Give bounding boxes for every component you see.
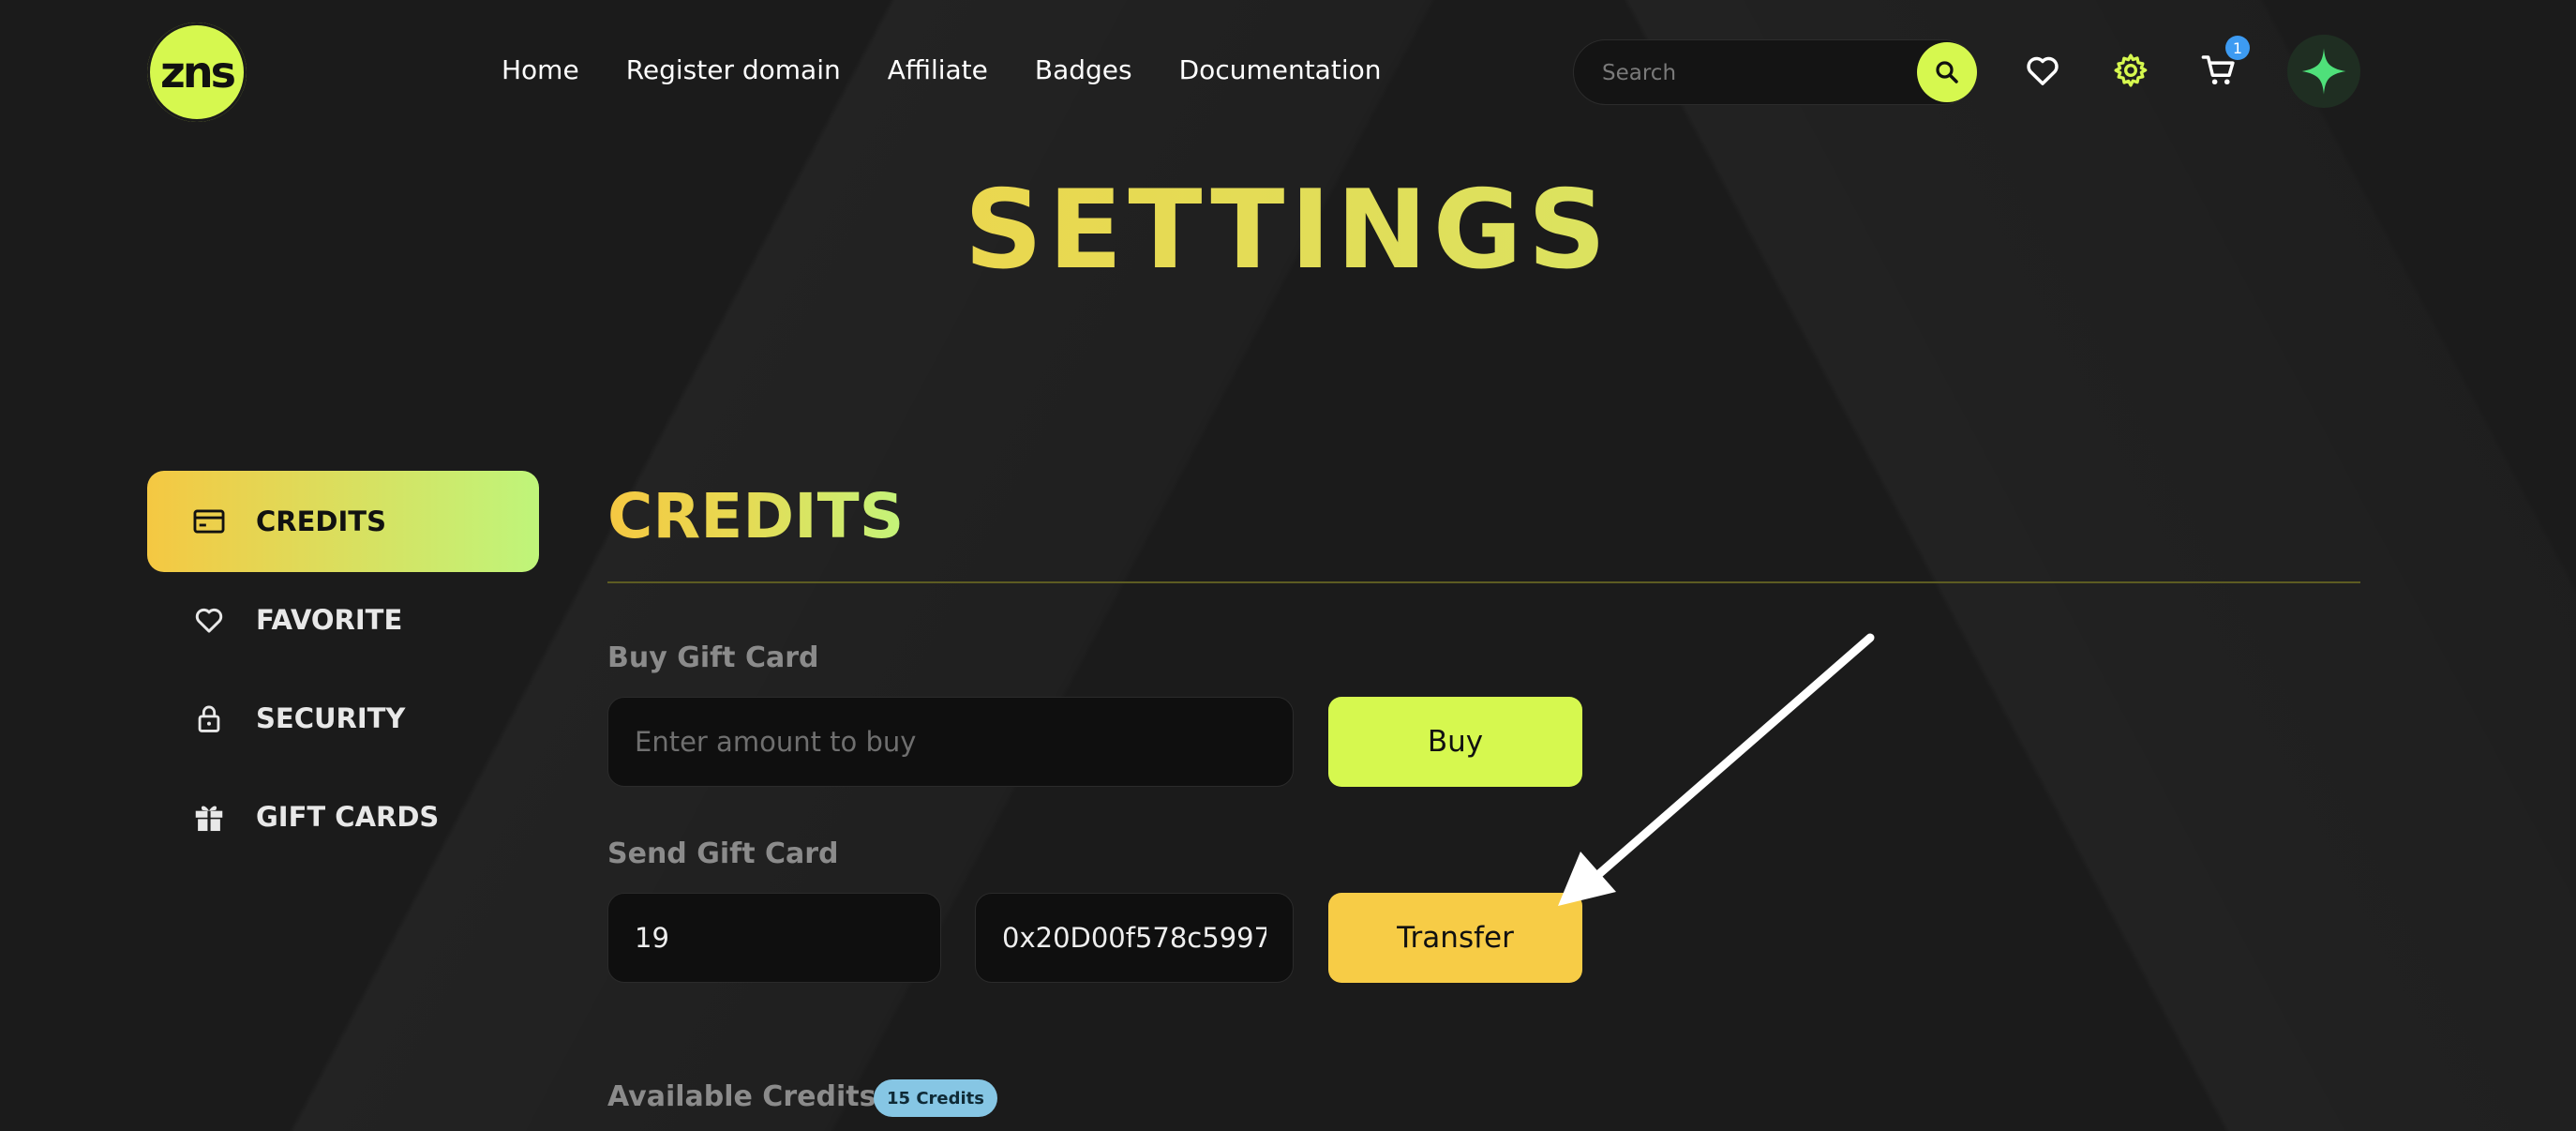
sidebar-item-label: CREDITS [256, 505, 386, 537]
avatar[interactable] [2287, 35, 2360, 108]
main-nav: Home Register domain Affiliate Badges Do… [502, 54, 1381, 85]
nav-badges[interactable]: Badges [1035, 54, 1132, 85]
buy-button[interactable]: Buy [1328, 697, 1582, 787]
nav-documentation[interactable]: Documentation [1179, 54, 1382, 85]
sidebar-item-label: SECURITY [256, 702, 406, 734]
sidebar-item-label: FAVORITE [256, 604, 403, 636]
search-input[interactable] [1600, 40, 1885, 106]
sidebar-item-label: GIFT CARDS [256, 801, 440, 833]
avatar-star-icon [2301, 48, 2346, 95]
lock-icon [190, 700, 228, 737]
search-icon [1936, 61, 1958, 83]
sidebar-item-favorite[interactable]: FAVORITE [147, 569, 539, 671]
page-title: SETTINGS [0, 167, 2576, 294]
settings-header-button[interactable] [2109, 49, 2152, 92]
transfer-button[interactable]: Transfer [1328, 893, 1582, 983]
sidebar-item-gift-cards[interactable]: GIFT CARDS [147, 766, 539, 867]
send-amount-input[interactable] [607, 893, 941, 983]
search-button[interactable] [1917, 42, 1977, 102]
heart-icon [2027, 56, 2059, 85]
nav-register-domain[interactable]: Register domain [626, 54, 841, 85]
credits-count-badge: 15 Credits [874, 1079, 997, 1117]
nav-affiliate[interactable]: Affiliate [888, 54, 988, 85]
heart-icon [190, 601, 228, 639]
sidebar-item-security[interactable]: SECURITY [147, 668, 539, 769]
section-title: CREDITS [607, 480, 905, 552]
available-credits-label: Available Credits [607, 1080, 876, 1113]
gift-icon [190, 798, 228, 836]
gear-icon [2114, 53, 2148, 87]
nav-home[interactable]: Home [502, 54, 579, 85]
section-divider [607, 581, 2360, 583]
buy-amount-input[interactable] [607, 697, 1294, 787]
logo[interactable]: zns [147, 23, 247, 122]
favorites-header-button[interactable] [2021, 49, 2064, 92]
buy-gift-card-label: Buy Gift Card [607, 641, 819, 674]
send-gift-card-label: Send Gift Card [607, 837, 839, 870]
search-bar [1573, 39, 1977, 106]
credit-card-icon [190, 503, 228, 540]
cart-count-badge: 1 [2225, 36, 2250, 60]
recipient-address-input[interactable] [975, 893, 1294, 983]
sidebar-item-credits[interactable]: CREDITS [147, 471, 539, 572]
